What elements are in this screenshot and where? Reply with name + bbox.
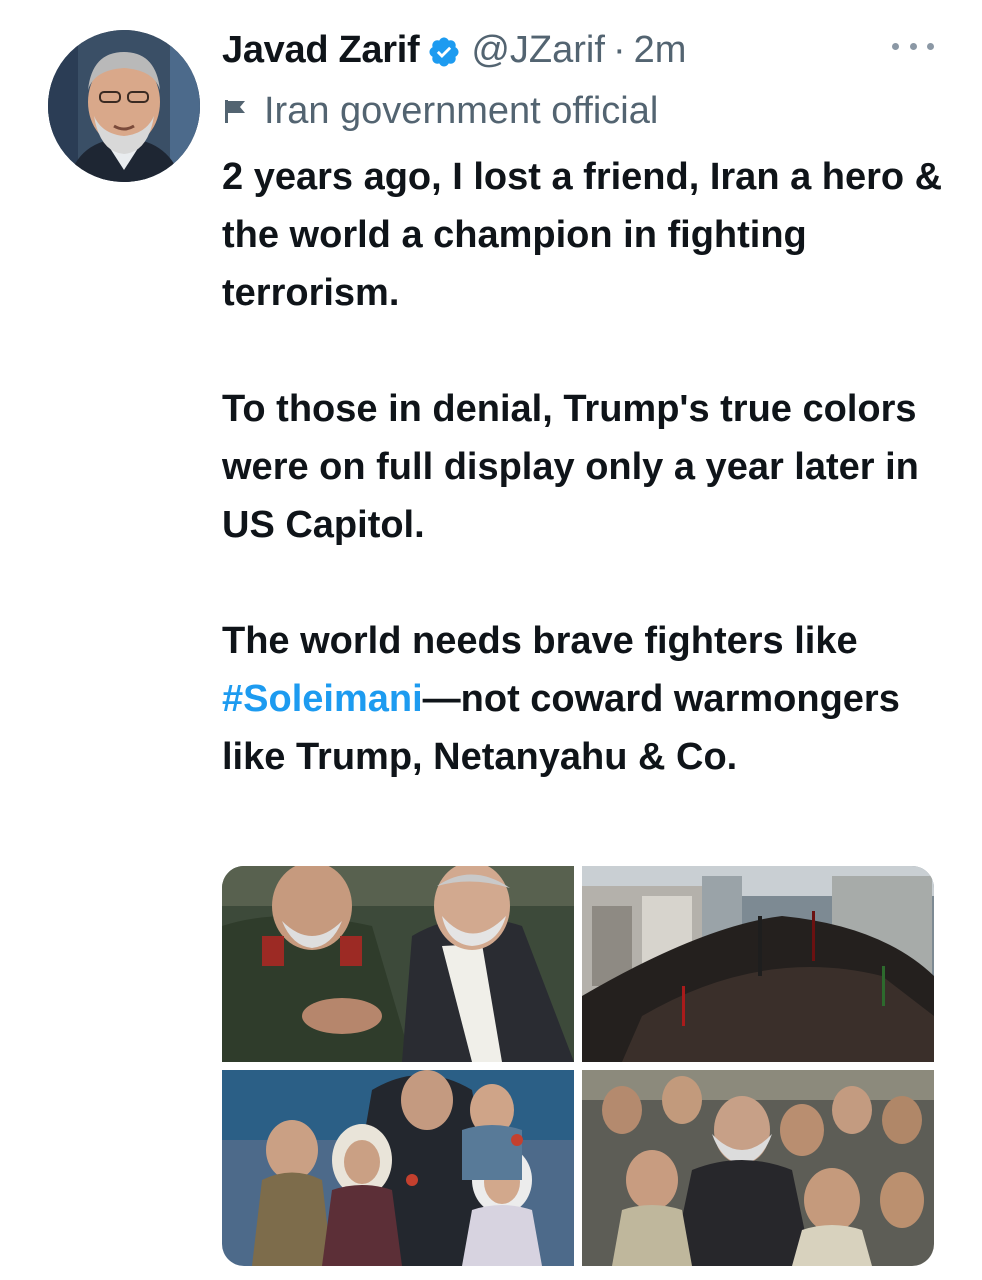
display-name[interactable]: Javad Zarif [222,26,420,74]
timestamp[interactable]: 2m [634,26,687,74]
flag-icon [222,98,248,124]
government-label[interactable]: Iran government official [222,88,658,134]
photo-man-in-crowd[interactable] [582,1070,934,1266]
verified-badge-icon [427,33,461,67]
photo-two-men-embracing[interactable] [222,866,574,1062]
tweet-paragraph-1: 2 years ago, I lost a friend, Iran a her… [222,156,943,314]
avatar[interactable] [48,30,200,182]
separator-dot: · [612,29,626,71]
tweet-text: 2 years ago, I lost a friend, Iran a her… [222,148,952,786]
more-options-icon[interactable] [892,34,934,58]
hashtag-link[interactable]: #Soleimani [222,678,423,720]
media-grid [222,866,934,1266]
tweet[interactable]: Javad Zarif @JZarif · 2m Iran government… [0,0,982,1280]
photo-children-with-man[interactable] [222,1070,574,1266]
tweet-paragraph-2: To those in denial, Trump's true colors … [222,388,919,546]
government-label-text: Iran government official [264,89,659,132]
user-handle[interactable]: @JZarif [471,26,605,74]
tweet-header: Javad Zarif @JZarif · 2m [222,26,686,74]
tweet-paragraph-3: The world needs brave fighters like #Sol… [222,612,952,786]
tweet-paragraph-3-start: The world needs brave fighters like [222,620,858,662]
photo-street-crowd[interactable] [582,866,934,1062]
